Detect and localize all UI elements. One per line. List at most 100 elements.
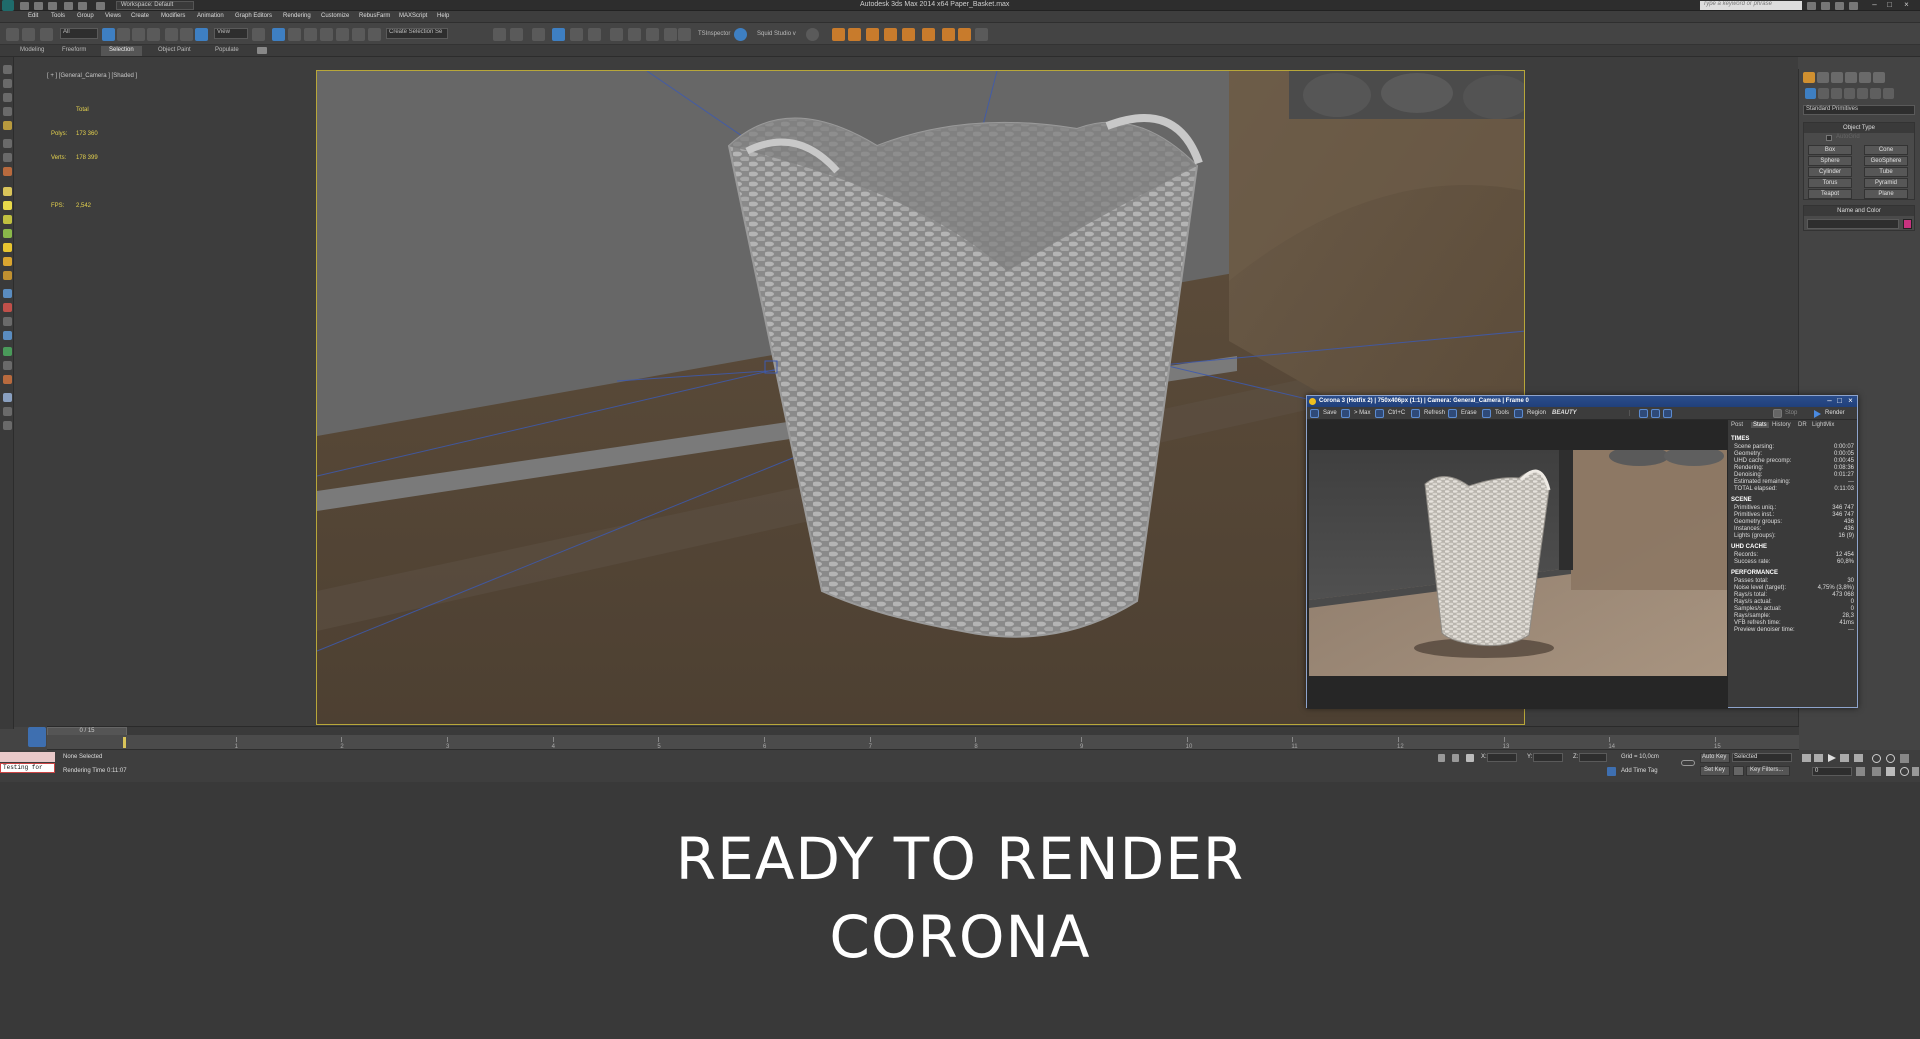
vfb-tab-history[interactable]: History xyxy=(1772,422,1791,428)
pyramid-button[interactable]: Pyramid xyxy=(1864,178,1908,188)
z-coordinate-field[interactable] xyxy=(1579,753,1607,762)
corona-tool-1-icon[interactable] xyxy=(832,28,845,41)
vfb-refresh-button[interactable]: Refresh xyxy=(1424,410,1445,416)
modify-tab-icon[interactable] xyxy=(1817,72,1829,83)
pan-icon[interactable] xyxy=(1886,767,1895,776)
menu-rebusfarm[interactable]: RebusFarm xyxy=(359,13,390,19)
strip-system-icon[interactable] xyxy=(3,271,12,280)
vfb-render-element-dropdown[interactable]: BEAUTY xyxy=(1552,410,1630,416)
helpers-icon[interactable] xyxy=(1857,88,1868,99)
minimize-icon[interactable]: – xyxy=(1870,1,1879,9)
menu-rendering[interactable]: Rendering xyxy=(283,13,311,19)
strip-spacewarp-icon[interactable] xyxy=(3,229,12,238)
vfb-stop-button[interactable]: Stop xyxy=(1785,410,1797,416)
absolute-mode-icon[interactable] xyxy=(1452,754,1459,762)
strip-helper-icon[interactable] xyxy=(3,215,12,224)
maxscript-listener-pink[interactable] xyxy=(0,752,55,762)
rect-selection-icon[interactable] xyxy=(132,28,145,41)
material-editor-icon[interactable] xyxy=(628,28,641,41)
ribbon-tab-selection[interactable]: Selection xyxy=(101,46,142,56)
vfb-minimize-icon[interactable]: – xyxy=(1825,397,1834,405)
menu-modifiers[interactable]: Modifiers xyxy=(161,13,185,19)
add-time-tag[interactable]: Add Time Tag xyxy=(1621,768,1658,774)
undo-icon[interactable] xyxy=(64,2,73,10)
zoom-all-icon[interactable] xyxy=(1886,754,1895,763)
pivot-center-icon[interactable] xyxy=(252,28,265,41)
object-name-input[interactable] xyxy=(1807,219,1899,229)
strip-layers-icon[interactable] xyxy=(3,93,12,102)
vfb-close-icon[interactable]: × xyxy=(1846,397,1855,405)
strip-tool4-icon[interactable] xyxy=(3,331,12,340)
maximize-viewport-icon[interactable] xyxy=(1912,767,1919,776)
vfb-tab-dr[interactable]: DR xyxy=(1798,422,1807,428)
ribbon-tab-modeling[interactable]: Modeling xyxy=(12,46,52,56)
vfb-tools-icon[interactable] xyxy=(1482,409,1491,418)
x-coordinate-field[interactable] xyxy=(1487,753,1517,762)
cameras-icon[interactable] xyxy=(1844,88,1855,99)
select-manipulate-icon[interactable] xyxy=(272,28,285,41)
cone-button[interactable]: Cone xyxy=(1864,145,1908,155)
zoom-icon[interactable] xyxy=(1872,754,1881,763)
y-coordinate-field[interactable] xyxy=(1533,753,1563,762)
object-color-swatch[interactable] xyxy=(1903,219,1912,229)
vfb-zoom1-icon[interactable] xyxy=(1639,409,1648,418)
render-setup-icon[interactable] xyxy=(646,28,659,41)
maximize-icon[interactable]: □ xyxy=(1885,1,1894,9)
ribbon-tab-object-paint[interactable]: Object Paint xyxy=(150,46,199,56)
vfb-tab-lightmix[interactable]: LightMix xyxy=(1812,422,1834,428)
scale-icon[interactable] xyxy=(195,28,208,41)
cart-icon[interactable] xyxy=(975,28,988,41)
strip-display-icon[interactable] xyxy=(3,79,12,88)
menu-tools[interactable]: Tools xyxy=(51,13,65,19)
strip-tool7-icon[interactable] xyxy=(3,375,12,384)
lock-selection-icon[interactable] xyxy=(1438,754,1445,762)
strip-tool6-icon[interactable] xyxy=(3,361,12,370)
torus-button[interactable]: Torus xyxy=(1808,178,1852,188)
goto-start-icon[interactable] xyxy=(1802,754,1811,762)
redo-icon[interactable] xyxy=(78,2,87,10)
squid-studio-label[interactable]: Squid Studio v xyxy=(757,31,796,37)
strip-tool1-icon[interactable] xyxy=(3,289,12,298)
vfb-copy-icon[interactable] xyxy=(1375,409,1384,418)
spacewarps-icon[interactable] xyxy=(1870,88,1881,99)
keyboard-shortcut-icon[interactable] xyxy=(288,28,301,41)
strip-tool10-icon[interactable] xyxy=(3,421,12,430)
goto-end-icon[interactable] xyxy=(1854,754,1863,762)
mirror-icon[interactable] xyxy=(493,28,506,41)
corona-tool-7-icon[interactable] xyxy=(942,28,955,41)
autogrid-checkbox[interactable] xyxy=(1826,135,1832,141)
rendered-frame-window-icon[interactable] xyxy=(664,28,677,41)
app-logo-icon[interactable] xyxy=(2,0,14,11)
maxscript-mini-listener[interactable]: Testing for xyxy=(0,763,55,773)
unlink-icon[interactable] xyxy=(22,28,35,41)
spinner-snap-icon[interactable] xyxy=(352,28,365,41)
sphere-button[interactable]: Sphere xyxy=(1808,156,1852,166)
corona-tool-8-icon[interactable] xyxy=(958,28,971,41)
menu-animation[interactable]: Animation xyxy=(197,13,224,19)
display-tab-icon[interactable] xyxy=(1859,72,1871,83)
strip-shape-icon[interactable] xyxy=(3,139,12,148)
strip-tool2-icon[interactable] xyxy=(3,303,12,312)
strip-sun-icon[interactable] xyxy=(3,243,12,252)
vfb-tab-post[interactable]: Post xyxy=(1731,422,1743,428)
vfb-render-button[interactable]: Render xyxy=(1825,410,1845,416)
curve-editor-icon[interactable] xyxy=(588,28,601,41)
menu-group[interactable]: Group xyxy=(77,13,94,19)
create-tab-icon[interactable] xyxy=(1803,72,1815,83)
menu-maxscript[interactable]: MAXScript xyxy=(399,13,427,19)
menu-customize[interactable]: Customize xyxy=(321,13,349,19)
link-icon[interactable] xyxy=(6,28,19,41)
strip-list-icon[interactable] xyxy=(3,107,12,116)
close-icon[interactable]: × xyxy=(1902,1,1911,9)
strip-eye-icon[interactable] xyxy=(3,65,12,74)
vfb-maximize-icon[interactable]: □ xyxy=(1835,397,1844,405)
vfb-save-button[interactable]: Save xyxy=(1323,410,1337,416)
align-icon[interactable] xyxy=(510,28,523,41)
corona-tool-4-icon[interactable] xyxy=(884,28,897,41)
box-button[interactable]: Box xyxy=(1808,145,1852,155)
select-object-icon[interactable] xyxy=(102,28,115,41)
strip-light-icon[interactable] xyxy=(3,201,12,210)
menu-graph-editors[interactable]: Graph Editors xyxy=(235,13,272,19)
strip-tool5-icon[interactable] xyxy=(3,347,12,356)
star-icon[interactable] xyxy=(1835,2,1844,10)
